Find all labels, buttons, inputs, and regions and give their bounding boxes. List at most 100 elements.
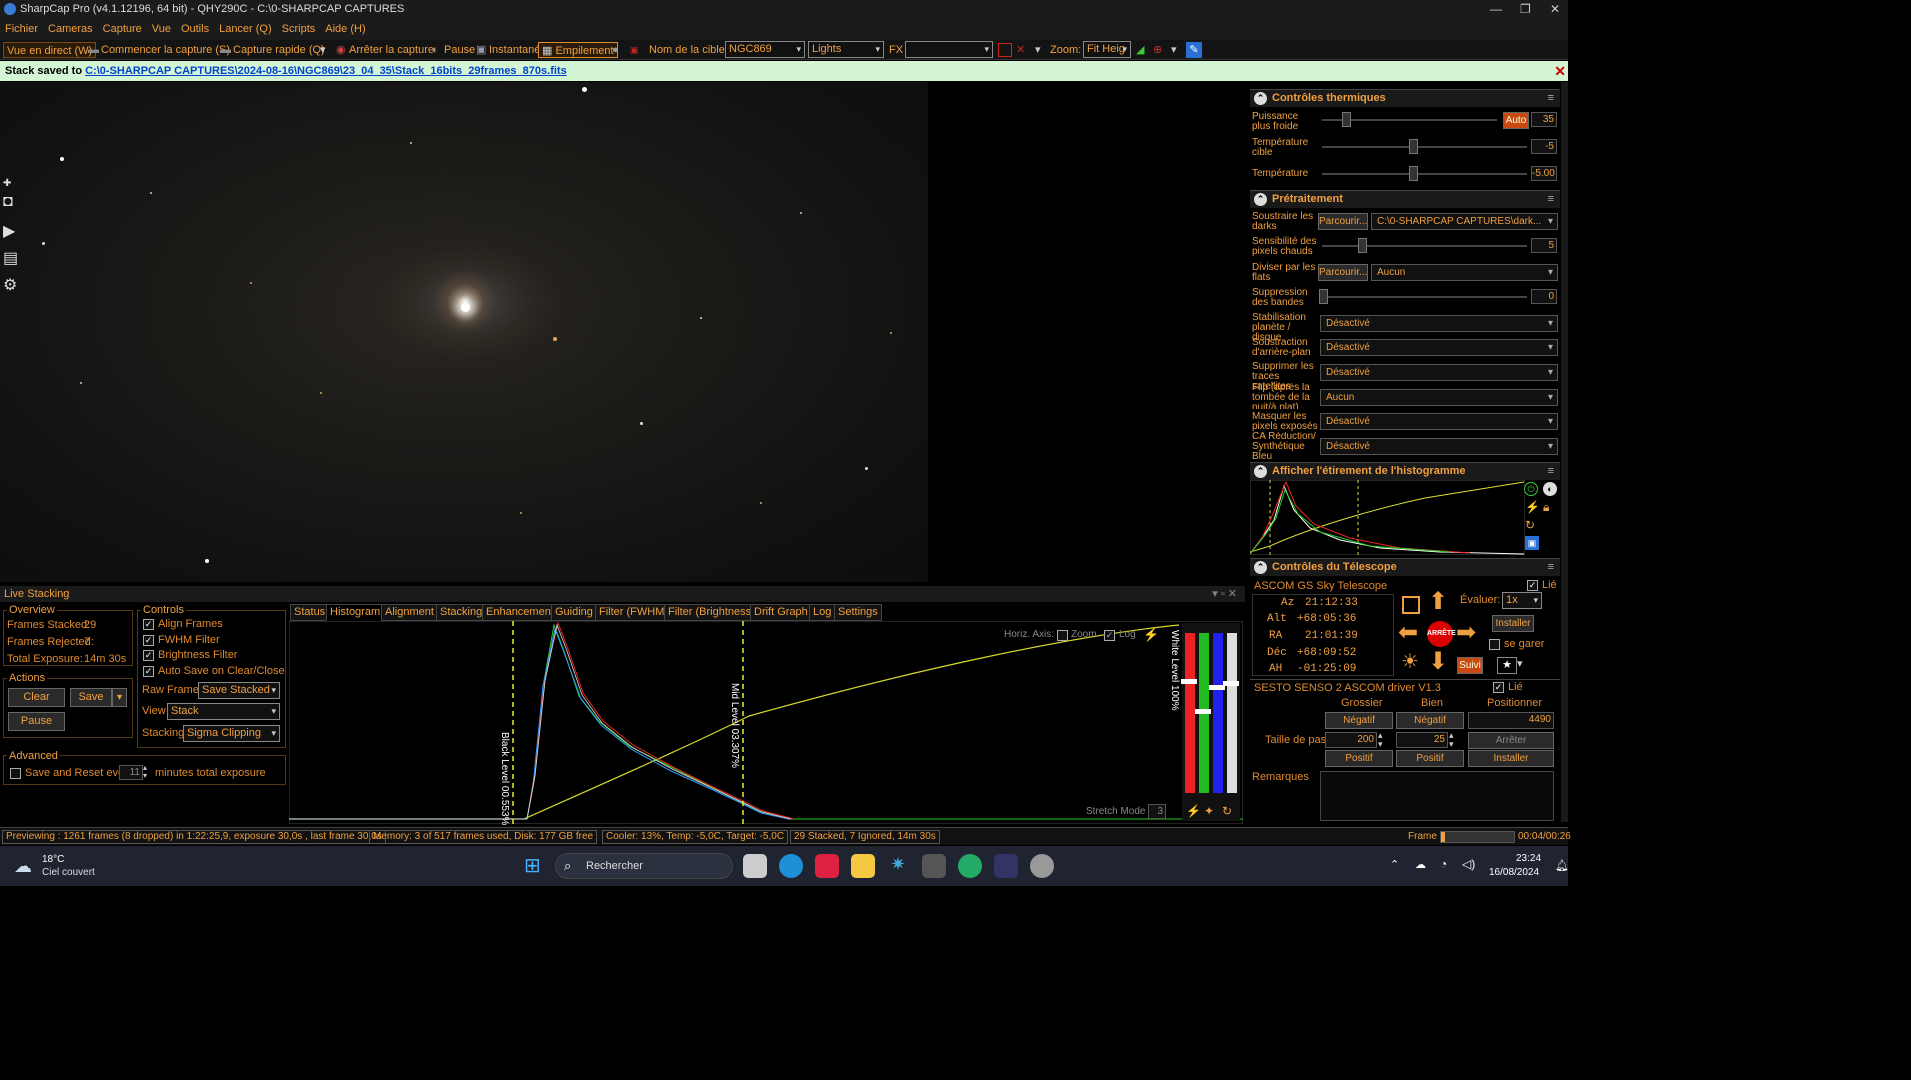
fine-negative-button[interactable]: Négatif	[1396, 712, 1464, 729]
image-view[interactable]	[0, 82, 1245, 585]
tab-enhancement[interactable]: Enhancement	[482, 604, 558, 621]
tab-alignment[interactable]: Alignment	[381, 604, 438, 621]
sharpcap-icon[interactable]	[994, 854, 1018, 878]
stacking-combo[interactable]: Sigma Clipping	[183, 725, 280, 742]
slider-thumb[interactable]	[1409, 139, 1418, 154]
menu-fichier[interactable]: Fichier	[0, 20, 43, 38]
stop-capture-button[interactable]: Arrêter la capture	[349, 42, 434, 58]
stack-path-link[interactable]: C:\0-SHARPCAP CAPTURES\2024-08-16\NGC869…	[85, 65, 567, 77]
windows-start-icon[interactable]: ⊞	[524, 856, 541, 876]
snapshot-button[interactable]: Instantané	[489, 42, 540, 58]
collapse-icon[interactable]: ⌃	[1254, 193, 1267, 206]
menu-icon[interactable]: ≡	[1548, 463, 1554, 480]
power-auto-button[interactable]: Auto	[1503, 112, 1529, 129]
star-icon[interactable]: ★	[1497, 657, 1517, 674]
fine-step-input[interactable]: 25	[1396, 732, 1448, 748]
preprocessing-panel-header[interactable]: ⌃ Prétraitement ≡	[1250, 190, 1560, 208]
tab-filter-brightness[interactable]: Filter (Brightness)	[664, 604, 759, 621]
chevron-down-icon[interactable]: ▾	[1171, 42, 1177, 58]
gallery-icon[interactable]: ▤	[3, 248, 18, 268]
mini-histogram[interactable]	[1250, 480, 1525, 555]
menu-icon[interactable]: ≡	[1548, 90, 1554, 107]
close-icon[interactable]: ✕	[1550, 2, 1560, 16]
lock-icon[interactable]: 🔒︎	[1543, 500, 1549, 515]
brightness-filter-checkbox[interactable]: ✓	[143, 650, 154, 661]
menu-capture[interactable]: Capture	[98, 20, 147, 38]
darks-file-combo[interactable]: C:\0-SHARPCAP CAPTURES\dark...	[1371, 213, 1558, 230]
minimize-icon[interactable]: —	[1490, 2, 1502, 16]
volume-icon[interactable]: ◁)	[1462, 857, 1475, 871]
chevron-down-icon[interactable]: ▾	[1035, 42, 1041, 58]
save-button[interactable]: Save	[70, 688, 112, 707]
save-options-dropdown[interactable]: ▾	[112, 688, 127, 707]
focuser-stop-button[interactable]: Arrêter	[1468, 732, 1554, 749]
log-checkbox[interactable]: ✓	[1104, 630, 1115, 641]
panel-controls-icon[interactable]: ▾ ▫ ✕	[1212, 586, 1237, 602]
contrast-icon[interactable]: ◐	[1543, 482, 1557, 496]
menu-scripts[interactable]: Scripts	[277, 20, 321, 38]
bolt-icon[interactable]: ⚡	[1186, 804, 1201, 818]
telescope-install-button[interactable]: Installer	[1492, 615, 1534, 632]
maximize-icon[interactable]: ❐	[1520, 2, 1531, 16]
cloud-icon[interactable]: ☁	[1415, 858, 1426, 871]
satellite-combo[interactable]: Désactivé	[1320, 364, 1558, 381]
arrow-up-icon[interactable]: ⬆	[1428, 590, 1448, 614]
stretch-mode-value[interactable]: 3	[1148, 804, 1166, 819]
coarse-positive-button[interactable]: Positif	[1325, 750, 1393, 767]
align-frames-checkbox[interactable]: ✓	[143, 619, 154, 630]
reset-icon[interactable]: ↻	[1525, 518, 1535, 532]
collapse-icon[interactable]: ⌃	[1254, 92, 1267, 105]
ca-combo[interactable]: Désactivé	[1320, 438, 1558, 455]
weather-icon[interactable]: ☁	[14, 856, 32, 877]
vivaldi-icon[interactable]	[815, 854, 839, 878]
stop-slew-button[interactable]: ARRÊTE	[1427, 621, 1456, 647]
slider-thumb[interactable]	[1358, 238, 1367, 253]
sun-icon[interactable]: ☀	[1401, 651, 1419, 673]
quick-capture-button[interactable]: Capture rapide (Q)	[233, 42, 325, 58]
histogram-icon[interactable]: ◢	[1136, 42, 1144, 58]
fx-combo[interactable]	[905, 41, 993, 58]
telescope-panel-header[interactable]: ⌃ Contrôles du Télescope ≡	[1250, 558, 1560, 576]
tab-stacking[interactable]: Stacking	[436, 604, 487, 621]
save-reset-minutes-input[interactable]: 11	[119, 765, 143, 780]
fine-positive-button[interactable]: Positif	[1396, 750, 1464, 767]
slider-thumb[interactable]	[1342, 112, 1351, 127]
menu-lancer[interactable]: Lancer (Q)	[214, 20, 277, 38]
stacking-button[interactable]: ▦ Empilement	[538, 42, 618, 58]
power-icon[interactable]: ⏻	[1524, 482, 1538, 496]
menu-vue[interactable]: Vue	[147, 20, 176, 38]
chevron-down-icon[interactable]: ▾	[320, 42, 326, 58]
slew-target-icon[interactable]	[1402, 596, 1420, 614]
app-icon[interactable]	[922, 854, 946, 878]
histogram-panel-header[interactable]: ⌃ Afficher l'étirement de l'histogramme ≡	[1250, 462, 1560, 480]
flip-combo[interactable]: Aucun	[1320, 389, 1558, 406]
zoom-icon[interactable]: ⊕	[1153, 42, 1162, 58]
raw-frames-combo[interactable]: Save Stacked	[198, 682, 280, 699]
pin-icon[interactable]: ✚	[3, 178, 11, 189]
tab-guiding[interactable]: Guiding	[551, 604, 597, 621]
edge-icon[interactable]	[779, 854, 803, 878]
chevron-down-icon[interactable]: ▾	[1517, 657, 1523, 670]
tab-drift-graph[interactable]: Drift Graph	[750, 604, 812, 621]
reticle-icon[interactable]	[998, 43, 1012, 57]
remarks-textarea[interactable]	[1320, 771, 1554, 821]
hot-pixel-slider[interactable]	[1322, 238, 1527, 253]
focuser-install-button[interactable]: Installer	[1468, 750, 1554, 767]
tab-log[interactable]: Log	[809, 604, 836, 621]
clear-button[interactable]: Clear	[8, 688, 65, 707]
menu-cameras[interactable]: Cameras	[43, 20, 98, 38]
spinner-icon[interactable]: ▴ ▾	[143, 764, 147, 780]
app-star-icon[interactable]: ✷	[886, 854, 910, 878]
target-temp-slider[interactable]	[1322, 139, 1527, 154]
app-icon[interactable]	[958, 854, 982, 878]
chevron-up-icon[interactable]: ⌃	[1390, 858, 1399, 871]
coarse-negative-button[interactable]: Négatif	[1325, 712, 1393, 729]
settings-icon[interactable]: ⚙	[3, 275, 17, 295]
position-value[interactable]: 4490	[1468, 712, 1554, 729]
tab-status[interactable]: Status	[290, 604, 330, 621]
reset-icon[interactable]: ↻	[1222, 804, 1232, 818]
arrow-right-icon[interactable]: ➡	[1456, 621, 1476, 645]
circle-icon[interactable]: ●	[612, 42, 619, 58]
auto-save-checkbox[interactable]: ✓	[143, 666, 154, 677]
snapshot-icon[interactable]: ◘	[3, 193, 13, 211]
